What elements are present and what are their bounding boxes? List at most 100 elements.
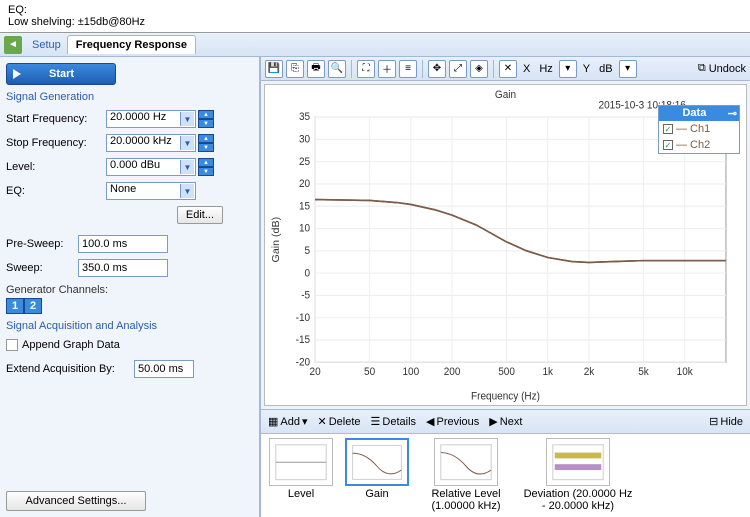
nav-setup[interactable]: Setup xyxy=(32,39,61,51)
y-axis-unit[interactable]: dB xyxy=(596,63,615,75)
thumb-relative-level[interactable]: Relative Level (1.00000 kHz) xyxy=(421,438,511,513)
legend-pin-icon[interactable]: ⊸ xyxy=(728,107,737,120)
svg-text:2k: 2k xyxy=(584,367,595,378)
eq-label: EQ: xyxy=(6,185,106,197)
thumbnail-toolbar: ▦Add▾ ✕Delete ☰Details ◀Previous ▶Next ⊟… xyxy=(261,409,750,433)
previous-button[interactable]: ◀Previous xyxy=(423,415,482,428)
delete-button[interactable]: ✕Delete xyxy=(315,415,364,428)
svg-text:10: 10 xyxy=(299,223,310,234)
svg-text:0: 0 xyxy=(305,268,311,279)
chevron-down-icon[interactable]: ▼ xyxy=(180,184,194,198)
nav-tab-frequency-response[interactable]: Frequency Response xyxy=(67,35,196,54)
advanced-settings-button[interactable]: Advanced Settings... xyxy=(6,491,146,511)
undock-button[interactable]: ⧉ Undock xyxy=(698,62,746,75)
thumb-level[interactable]: Level xyxy=(269,438,333,513)
chevron-down-icon[interactable]: ▼ xyxy=(180,136,194,150)
cursor-icon[interactable]: ✥ xyxy=(428,60,446,78)
svg-text:5: 5 xyxy=(305,246,311,257)
svg-text:35: 35 xyxy=(299,112,310,123)
append-graph-label: Append Graph Data xyxy=(22,339,120,351)
legend-ch2-checkbox[interactable]: ✓ xyxy=(663,140,673,150)
chart-area[interactable]: 20501002005001k2k5k10k-20-15-10-50510152… xyxy=(264,84,747,406)
svg-text:50: 50 xyxy=(364,367,375,378)
next-icon: ▶ xyxy=(489,415,497,428)
save-icon[interactable]: 💾 xyxy=(265,60,283,78)
x-axis-unit[interactable]: Hz xyxy=(536,63,555,75)
legend: Data⊸ ✓— Ch1 ✓— Ch2 xyxy=(658,105,740,154)
append-graph-checkbox[interactable] xyxy=(6,339,18,351)
svg-text:200: 200 xyxy=(444,367,461,378)
play-icon xyxy=(13,69,21,79)
eq-select[interactable]: None▼ xyxy=(106,182,196,200)
fit-icon[interactable]: ⛶ xyxy=(357,60,375,78)
y-dropdown-icon[interactable]: ▾ xyxy=(619,60,637,78)
copy-icon[interactable]: ⎘ xyxy=(286,60,304,78)
presweep-input[interactable] xyxy=(78,235,168,253)
level-spinner[interactable]: ▲▼ xyxy=(198,158,214,176)
chevron-down-icon: ▾ xyxy=(302,415,308,428)
details-button[interactable]: ☰Details xyxy=(368,415,420,428)
svg-text:500: 500 xyxy=(498,367,515,378)
previous-icon: ◀ xyxy=(426,415,434,428)
svg-text:20: 20 xyxy=(299,179,310,190)
start-button[interactable]: Start xyxy=(6,63,116,85)
x-dropdown-icon[interactable]: ▾ xyxy=(559,60,577,78)
svg-text:10k: 10k xyxy=(677,367,694,378)
add-button[interactable]: ▦Add▾ xyxy=(265,415,311,428)
view-icon: ▦ xyxy=(268,415,278,428)
svg-text:Gain: Gain xyxy=(495,90,516,101)
svg-text:20: 20 xyxy=(310,367,321,378)
sweep-label: Sweep: xyxy=(6,262,78,274)
marker-icon[interactable]: ◈ xyxy=(470,60,488,78)
next-button[interactable]: ▶Next xyxy=(486,415,525,428)
align-icon[interactable]: ≡ xyxy=(399,60,417,78)
eq-edit-button[interactable]: Edit... xyxy=(177,206,223,224)
autoscale-icon[interactable]: ⤢ xyxy=(449,60,467,78)
stop-freq-label: Stop Frequency: xyxy=(6,137,106,149)
start-freq-label: Start Frequency: xyxy=(6,113,106,125)
level-input[interactable]: 0.000 dBu▼ xyxy=(106,158,196,176)
undock-icon: ⧉ xyxy=(698,62,706,75)
nav-bar: ◄ Setup Frequency Response xyxy=(0,33,750,57)
sweep-input[interactable] xyxy=(78,259,168,277)
stop-freq-spinner[interactable]: ▲▼ xyxy=(198,134,214,152)
legend-ch1-checkbox[interactable]: ✓ xyxy=(663,124,673,134)
back-arrow-icon[interactable]: ◄ xyxy=(4,36,22,54)
x-axis-label: X xyxy=(520,63,533,75)
thumb-deviation[interactable]: Deviation (20.0000 Hz - 20.0000 kHz) xyxy=(523,438,633,513)
chevron-down-icon[interactable]: ▼ xyxy=(180,112,194,126)
gen-channel-1[interactable]: 1 xyxy=(6,298,24,314)
extend-acq-input[interactable] xyxy=(134,360,194,378)
svg-text:-20: -20 xyxy=(296,357,311,368)
spec-low-shelving: Low shelving: ±15db@80Hz xyxy=(8,16,742,28)
extend-acq-label: Extend Acquisition By: xyxy=(6,363,134,375)
add-icon[interactable]: ＋ xyxy=(378,60,396,78)
thumbnail-strip: Level Gain Relative Level (1.00000 kHz) … xyxy=(261,433,750,517)
svg-text:100: 100 xyxy=(402,367,419,378)
acquisition-header: Signal Acquisition and Analysis xyxy=(6,320,253,332)
legend-header: Data xyxy=(661,107,728,120)
sidebar: Start Signal Generation Start Frequency:… xyxy=(0,57,260,517)
svg-text:-10: -10 xyxy=(296,313,311,324)
signal-generation-header: Signal Generation xyxy=(6,91,253,103)
start-freq-spinner[interactable]: ▲▼ xyxy=(198,110,214,128)
level-label: Level: xyxy=(6,161,106,173)
svg-text:Frequency (Hz): Frequency (Hz) xyxy=(471,391,540,402)
svg-text:-5: -5 xyxy=(301,290,310,301)
presweep-label: Pre-Sweep: xyxy=(6,238,78,250)
thumb-gain[interactable]: Gain xyxy=(345,438,409,513)
svg-text:30: 30 xyxy=(299,134,310,145)
svg-text:5k: 5k xyxy=(638,367,649,378)
stop-freq-input[interactable]: 20.0000 kHz▼ xyxy=(106,134,196,152)
legend-ch1-label: — Ch1 xyxy=(676,123,710,135)
gen-channel-2[interactable]: 2 xyxy=(24,298,42,314)
close-icon[interactable]: ✕ xyxy=(499,60,517,78)
start-freq-input[interactable]: 20.0000 Hz▼ xyxy=(106,110,196,128)
generator-channels-label: Generator Channels: xyxy=(6,284,253,296)
chevron-down-icon[interactable]: ▼ xyxy=(180,160,194,174)
hide-button[interactable]: ⊟Hide xyxy=(706,415,746,428)
zoom-icon[interactable]: 🔍 xyxy=(328,60,346,78)
print-icon[interactable]: 🖶 xyxy=(307,60,325,78)
y-axis-label: Y xyxy=(580,63,593,75)
svg-text:25: 25 xyxy=(299,157,310,168)
